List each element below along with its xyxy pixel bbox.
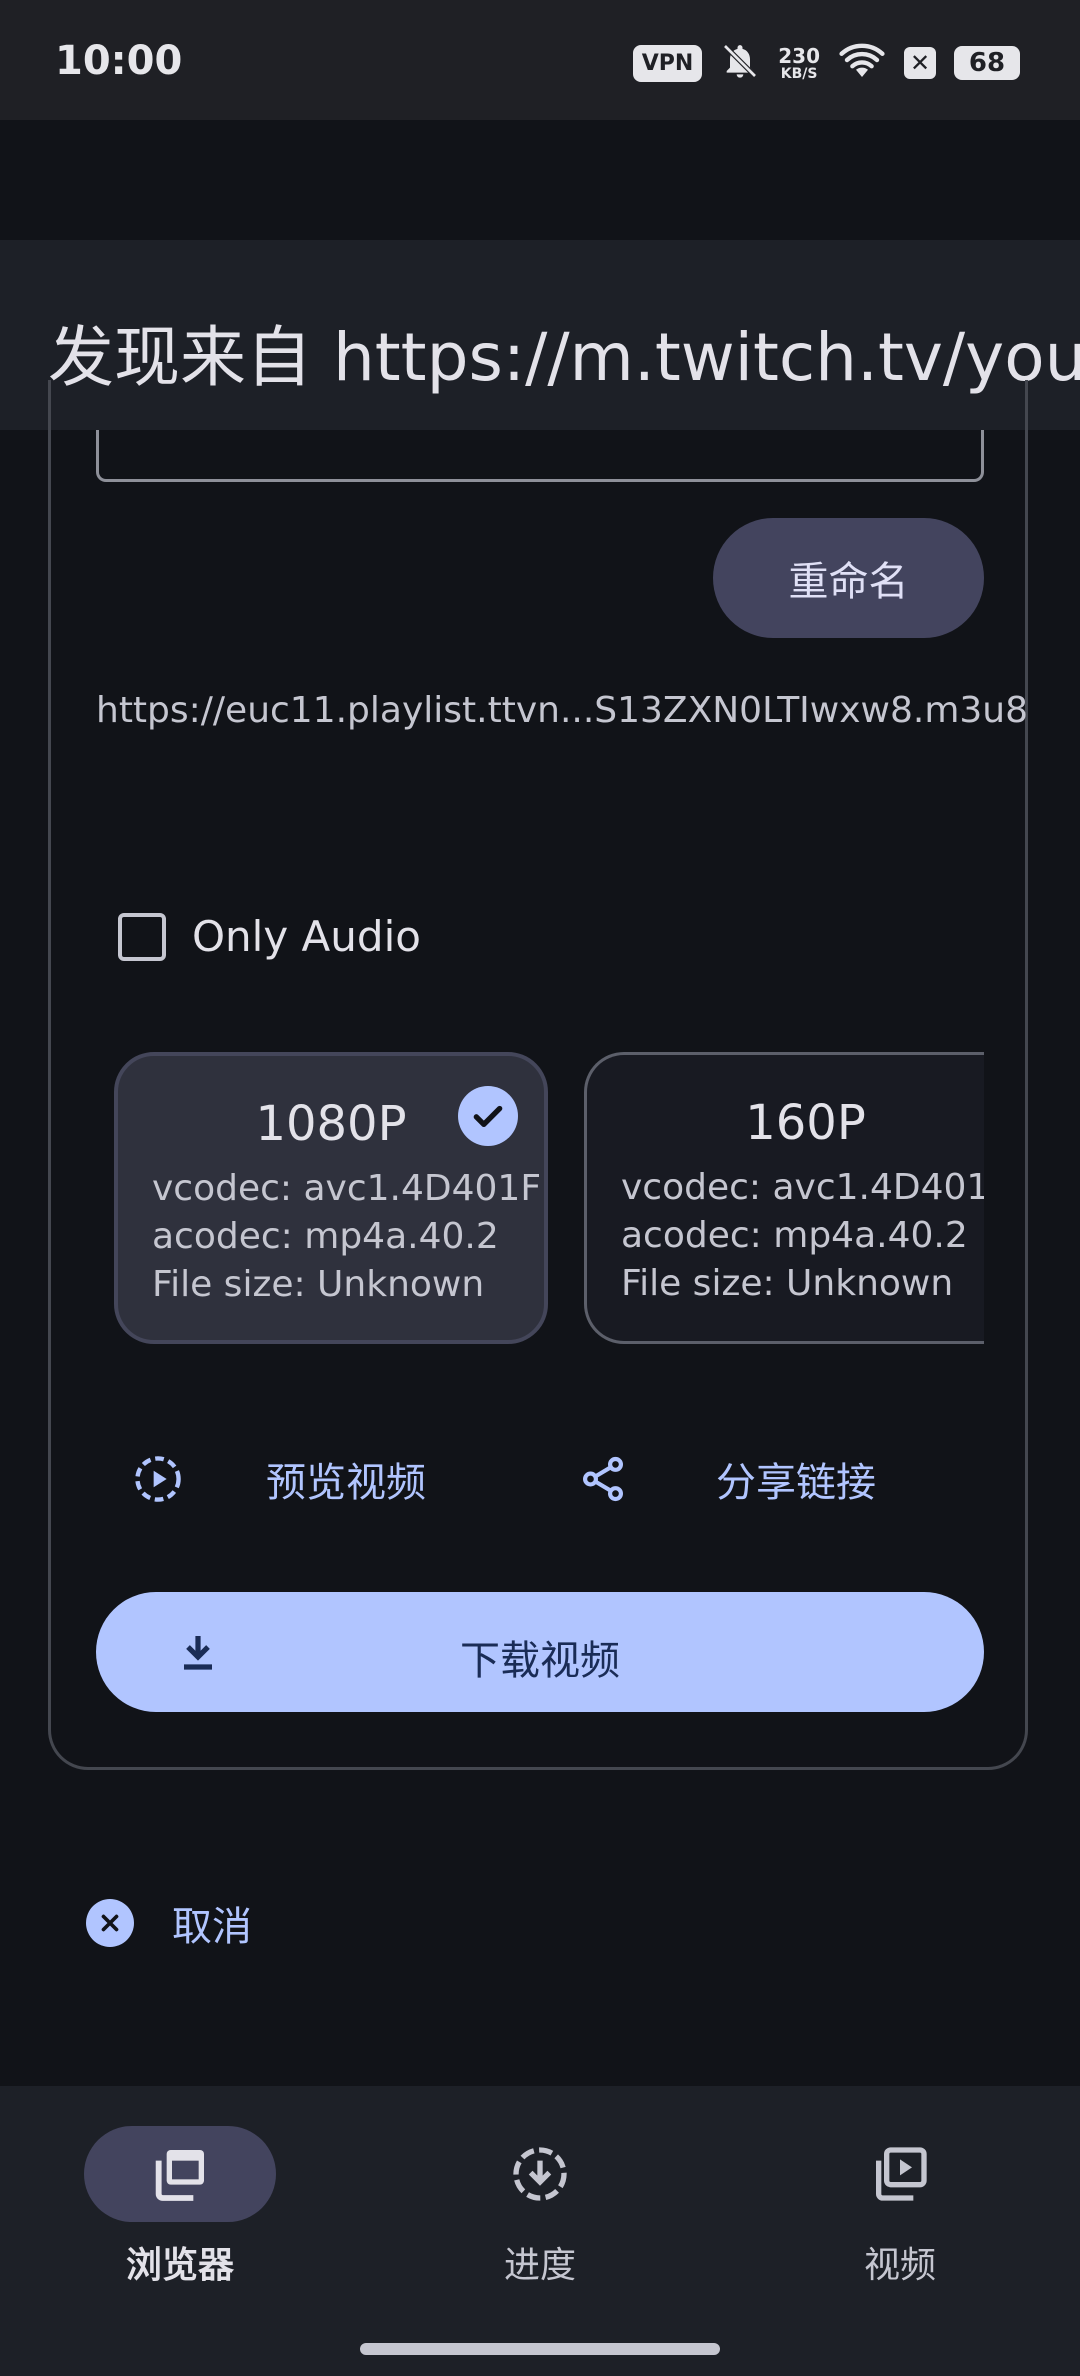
mute-bell-icon (720, 41, 760, 85)
play-circle-icon (132, 1453, 184, 1505)
speed-value: 230 (778, 44, 820, 68)
nav-pill (444, 2126, 636, 2222)
cancel-button[interactable]: 取消 (86, 1894, 252, 1952)
format-card-1080p[interactable]: 1080P vcodec: avc1.4D401F acodec: mp4a.4… (114, 1052, 548, 1344)
home-indicator[interactable] (360, 2343, 720, 2355)
cancel-icon (86, 1899, 134, 1947)
format-vcodec: vcodec: avc1.4D401F (152, 1168, 542, 1209)
bottom-navigation: 浏览器 进度 视频 (0, 2086, 1080, 2376)
nav-label: 浏览器 (125, 2245, 234, 2286)
format-vcodec: vcodec: avc1.4D401F (621, 1167, 984, 1208)
share-link-button[interactable]: 分享链接 (578, 1450, 876, 1508)
download-video-label: 下载视频 (460, 1638, 620, 1684)
filename-input[interactable] (96, 430, 984, 482)
preview-video-label: 预览视频 (266, 1460, 426, 1506)
share-icon (578, 1454, 628, 1504)
nav-item-progress[interactable]: 进度 (410, 2126, 670, 2288)
only-audio-checkbox[interactable] (118, 913, 166, 961)
video-library-icon (868, 2142, 932, 2206)
nav-active-indicator (84, 2126, 276, 2222)
sim-off-icon: ✕ (904, 47, 936, 79)
nav-item-browser[interactable]: 浏览器 (50, 2126, 310, 2288)
cancel-label: 取消 (172, 1904, 252, 1950)
format-acodec: acodec: mp4a.40.2 (621, 1215, 968, 1256)
format-card-160p[interactable]: 160P vcodec: avc1.4D401F acodec: mp4a.40… (584, 1052, 984, 1344)
wifi-icon (838, 41, 886, 85)
rename-button[interactable]: 重命名 (713, 518, 984, 638)
nav-item-videos[interactable]: 视频 (770, 2126, 1030, 2288)
format-acodec: acodec: mp4a.40.2 (152, 1216, 499, 1257)
format-title: 160P (745, 1095, 866, 1151)
selected-check-icon (458, 1086, 518, 1146)
nav-label: 视频 (863, 2245, 936, 2286)
nav-pill (804, 2126, 996, 2222)
network-speed: 230 KB/S (778, 45, 820, 81)
browser-tabs-icon (148, 2142, 212, 2206)
video-url: https://euc11.playlist.ttvn...S13ZXN0LTI… (96, 690, 1029, 731)
preview-video-button[interactable]: 预览视频 (132, 1450, 426, 1508)
speed-unit: KB/S (780, 66, 818, 82)
status-bar: 10:00 VPN 230 KB/S ✕ 68 (0, 0, 1080, 120)
vpn-icon: VPN (632, 44, 703, 82)
status-icons: VPN 230 KB/S ✕ 68 (632, 38, 1020, 88)
only-audio-label[interactable]: Only Audio (192, 912, 421, 961)
download-video-button[interactable]: 下载视频 (96, 1592, 984, 1712)
share-link-label: 分享链接 (716, 1460, 876, 1506)
format-size: File size: Unknown (152, 1264, 485, 1305)
format-size: File size: Unknown (621, 1263, 954, 1304)
nav-label: 进度 (503, 2245, 576, 2286)
battery-icon: 68 (954, 46, 1020, 80)
download-progress-icon (508, 2142, 572, 2206)
status-time: 10:00 (55, 38, 183, 84)
